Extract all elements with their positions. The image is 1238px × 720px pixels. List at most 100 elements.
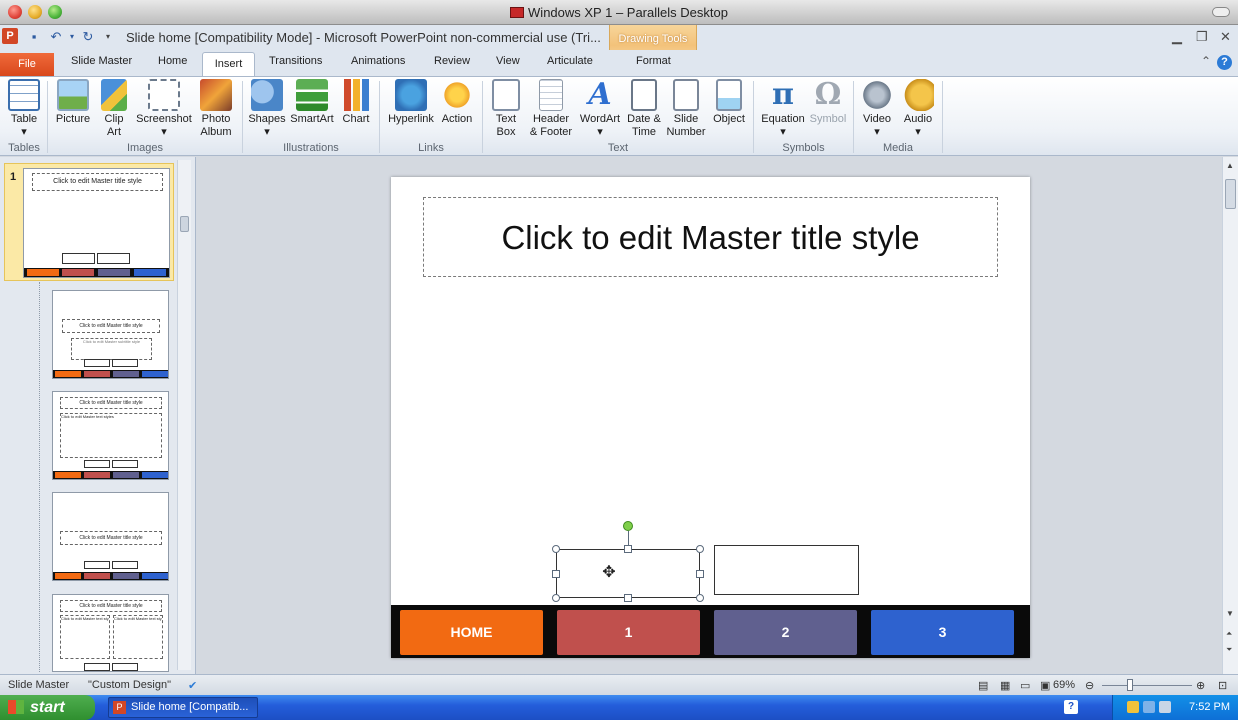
- tab-slide-master[interactable]: Slide Master: [71, 55, 132, 67]
- customize-qat-icon[interactable]: ▾: [100, 29, 116, 45]
- hyperlink-button[interactable]: Hyperlink: [385, 79, 437, 126]
- nav-button-3[interactable]: 3: [871, 610, 1014, 655]
- normal-view-icon[interactable]: ▤: [978, 679, 988, 692]
- close-icon[interactable]: ✕: [1220, 29, 1231, 45]
- toolbar-toggle-button[interactable]: [1212, 7, 1230, 17]
- audio-button[interactable]: Audio ▾: [900, 79, 936, 139]
- tab-transitions[interactable]: Transitions: [269, 55, 322, 67]
- network-icon[interactable]: [1143, 701, 1155, 713]
- reading-view-icon[interactable]: ▭: [1020, 679, 1030, 692]
- speaker-tray-icon[interactable]: [1159, 701, 1171, 713]
- master-thumbnail[interactable]: Click to edit Master title style: [23, 168, 170, 278]
- date-time-button[interactable]: Date & Time: [625, 79, 663, 139]
- shapes-button[interactable]: Shapes ▾: [247, 79, 287, 139]
- layout-thumbnail[interactable]: Click to edit Master title style Click t…: [52, 290, 169, 379]
- spell-check-icon[interactable]: ✔: [188, 679, 197, 692]
- screenshot-icon: [148, 79, 180, 111]
- taskbar-item-powerpoint[interactable]: P Slide home [Compatib...: [108, 697, 258, 718]
- scrollbar-thumb[interactable]: [1225, 179, 1236, 209]
- selected-shape[interactable]: [556, 549, 700, 598]
- nav-button-home[interactable]: HOME: [400, 610, 543, 655]
- thumbnail-scrollbar[interactable]: [177, 160, 191, 670]
- tab-insert[interactable]: Insert: [202, 52, 255, 76]
- wordart-button[interactable]: A WordArt ▾: [577, 79, 623, 139]
- layout-thumbnail[interactable]: Click to edit Master title style: [52, 492, 169, 581]
- start-button[interactable]: start: [0, 695, 95, 720]
- shapes-label: Shapes: [248, 113, 286, 125]
- nav-button-2[interactable]: 2: [714, 610, 857, 655]
- help-tray-icon[interactable]: ?: [1064, 700, 1078, 714]
- tab-format[interactable]: Format: [636, 55, 671, 67]
- resize-handle[interactable]: [696, 545, 704, 553]
- action-button[interactable]: Action: [439, 79, 475, 126]
- slide-canvas[interactable]: Click to edit Master title style ✥ HOME …: [391, 177, 1030, 658]
- chart-icon: [340, 79, 372, 111]
- thumbnail-nav-bar: [53, 471, 168, 479]
- zoom-out-icon[interactable]: ⊖: [1085, 679, 1094, 692]
- object-icon: [716, 79, 742, 111]
- redo-icon[interactable]: ↻: [80, 29, 96, 45]
- slideshow-icon[interactable]: ▣: [1040, 679, 1050, 692]
- resize-handle[interactable]: [552, 570, 560, 578]
- slide-sorter-icon[interactable]: ▦: [1000, 679, 1010, 692]
- resize-handle[interactable]: [696, 570, 704, 578]
- action-icon: [441, 79, 473, 111]
- zoom-slider-thumb[interactable]: [1127, 679, 1133, 691]
- slide-number-label: Slide Number: [666, 113, 706, 138]
- save-icon[interactable]: ▪: [26, 29, 42, 45]
- clip-art-button[interactable]: Clip Art: [98, 79, 130, 139]
- resize-handle[interactable]: [624, 594, 632, 602]
- layout-thumbnail[interactable]: Click to edit Master title style Click t…: [52, 594, 169, 672]
- security-shield-icon[interactable]: [1127, 701, 1139, 713]
- thumbnail-box: [84, 561, 110, 569]
- scrollbar-thumb[interactable]: [180, 216, 189, 232]
- group-label-tables: Tables: [8, 142, 40, 154]
- powerpoint-logo-icon[interactable]: P: [2, 28, 18, 44]
- help-icon[interactable]: ?: [1217, 55, 1232, 70]
- symbol-button[interactable]: Ω Symbol: [808, 79, 848, 126]
- resize-handle[interactable]: [624, 545, 632, 553]
- resize-handle[interactable]: [552, 594, 560, 602]
- previous-slide-icon[interactable]: ⏶: [1226, 629, 1232, 639]
- rotation-handle[interactable]: [623, 521, 633, 531]
- zoom-slider[interactable]: [1102, 685, 1192, 686]
- screenshot-button[interactable]: Screenshot ▾: [133, 79, 195, 139]
- minimize-ribbon-icon[interactable]: ⌃: [1201, 54, 1211, 68]
- tab-articulate[interactable]: Articulate: [547, 55, 593, 67]
- tab-animations[interactable]: Animations: [351, 55, 405, 67]
- restore-icon[interactable]: ❐: [1196, 29, 1208, 45]
- zoom-in-icon[interactable]: ⊕: [1196, 679, 1205, 692]
- layout-thumbnail[interactable]: Click to edit Master title style Click t…: [52, 391, 169, 480]
- tab-home[interactable]: Home: [158, 55, 187, 67]
- undo-icon[interactable]: ↶: [48, 29, 64, 45]
- taskbar-item-label: Slide home [Compatib...: [131, 701, 249, 713]
- rectangle-shape[interactable]: [714, 545, 859, 595]
- start-label: start: [30, 699, 65, 716]
- next-slide-icon[interactable]: ⏷: [1226, 645, 1232, 655]
- tab-review[interactable]: Review: [434, 55, 470, 67]
- chart-button[interactable]: Chart: [338, 79, 374, 126]
- header-footer-button[interactable]: Header & Footer: [527, 79, 575, 139]
- slide-number-button[interactable]: Slide Number: [665, 79, 707, 139]
- minimize-icon[interactable]: ▁: [1172, 29, 1182, 45]
- tab-file[interactable]: File: [0, 53, 54, 76]
- picture-button[interactable]: Picture: [54, 79, 92, 126]
- title-placeholder[interactable]: Click to edit Master title style: [423, 197, 998, 277]
- scroll-down-icon[interactable]: ▼: [1226, 609, 1234, 618]
- table-button[interactable]: Table ▾: [6, 79, 42, 139]
- smartart-button[interactable]: SmartArt: [289, 79, 335, 126]
- resize-handle[interactable]: [696, 594, 704, 602]
- scroll-up-icon[interactable]: ▲: [1226, 161, 1234, 170]
- photo-album-button[interactable]: Photo Album: [194, 79, 238, 139]
- object-button[interactable]: Object: [710, 79, 748, 126]
- text-box-button[interactable]: Text Box: [488, 79, 524, 139]
- nav-button-1[interactable]: 1: [557, 610, 700, 655]
- equation-button[interactable]: π Equation ▾: [758, 79, 808, 139]
- undo-dropdown-icon[interactable]: ▾: [64, 29, 80, 45]
- tab-view[interactable]: View: [496, 55, 520, 67]
- zoom-level[interactable]: 69%: [1053, 679, 1075, 691]
- video-button[interactable]: Video ▾: [859, 79, 895, 139]
- vertical-scrollbar[interactable]: ▲ ▼ ⏶ ⏷: [1222, 157, 1238, 674]
- resize-handle[interactable]: [552, 545, 560, 553]
- fit-to-window-icon[interactable]: ⊡: [1218, 679, 1227, 692]
